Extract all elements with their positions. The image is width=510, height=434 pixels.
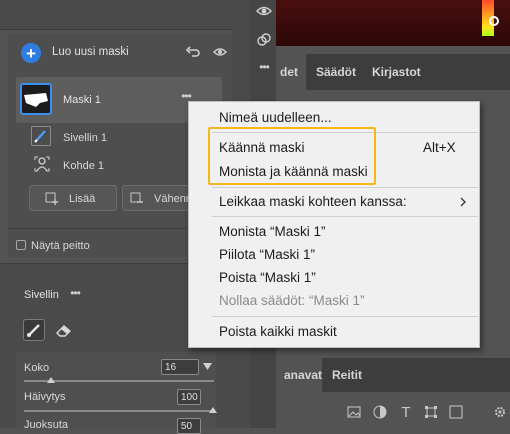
sub-item-subject-label[interactable]: Kohde 1 (63, 160, 104, 172)
size-label: Koko (24, 362, 50, 374)
add-to-mask-icon (44, 191, 60, 207)
hue-slider-handle[interactable] (489, 16, 499, 26)
size-input[interactable]: 16 (161, 359, 199, 375)
add-mask-button[interactable]: + (21, 43, 41, 63)
show-overlay-checkbox[interactable] (16, 240, 26, 250)
size-dropdown-icon[interactable] (202, 361, 212, 371)
brush-more-icon[interactable]: ••• (67, 286, 83, 300)
more-tools-icon[interactable]: ••• (255, 60, 273, 74)
menu-item-hide[interactable]: Piilota “Maski 1” (219, 247, 315, 263)
menu-item-delete-all[interactable]: Poista kaikki maskit (219, 324, 337, 340)
view-icon[interactable] (254, 2, 274, 20)
mask-thumbnail[interactable] (20, 83, 52, 115)
settings-icon[interactable] (492, 404, 508, 420)
tab-channels[interactable]: anavat (284, 368, 322, 382)
flow-input[interactable]: 50 (177, 418, 201, 434)
tab-properties[interactable]: det (280, 65, 298, 79)
menu-item-delete[interactable]: Poista “Maski 1” (219, 270, 316, 286)
submenu-chevron-icon (458, 195, 468, 209)
eraser-icon[interactable] (53, 319, 75, 341)
menu-item-duplicate[interactable]: Monista “Maski 1” (219, 224, 326, 240)
menu-item-reset: Nollaa säädöt: “Maski 1” (219, 293, 365, 308)
menu-item-intersect[interactable]: Leikkaa maski kohteen kanssa: (219, 194, 407, 210)
layers-panel (276, 392, 510, 428)
menu-separator (212, 316, 478, 317)
brush-icon[interactable] (31, 126, 51, 146)
mask-name[interactable]: Maski 1 (63, 94, 101, 106)
feather-slider-track[interactable] (24, 410, 214, 412)
menu-item-invert-shortcut: Alt+X (423, 140, 456, 155)
new-mask-label[interactable]: Luo uusi maski (52, 46, 129, 58)
show-overlay-label: Näytä peitto (31, 240, 90, 252)
feather-slider-thumb[interactable] (209, 407, 217, 413)
eye-icon[interactable] (210, 43, 230, 61)
subtract-button-label: Vähenn (154, 193, 192, 205)
add-button[interactable]: Lisää (29, 185, 117, 211)
feather-input[interactable]: 100 (177, 389, 201, 405)
subtract-from-mask-icon (129, 191, 145, 207)
flow-label: Juoksuta (24, 419, 69, 431)
image-icon[interactable] (346, 405, 362, 419)
color-picker-field[interactable] (276, 0, 510, 46)
menu-item-rename[interactable]: Nimeä uudelleen... (219, 110, 332, 126)
subtract-button[interactable]: Vähenn (122, 185, 192, 211)
tab-paths[interactable]: Reitit (332, 368, 362, 382)
size-slider-thumb[interactable] (47, 377, 55, 383)
undo-icon[interactable] (184, 43, 202, 61)
subject-icon[interactable] (33, 155, 51, 173)
transform-icon[interactable] (423, 404, 439, 420)
menu-separator (212, 187, 478, 188)
adjustment-circle-icon[interactable] (372, 404, 388, 420)
more-options-icon[interactable]: ••• (179, 89, 193, 103)
panel-top-strip (0, 0, 232, 30)
brush-tool-icon[interactable] (23, 319, 45, 341)
tab-libraries[interactable]: Kirjastot (372, 65, 421, 79)
add-button-label: Lisää (69, 193, 96, 205)
artboard-icon[interactable] (448, 404, 464, 420)
text-tool-icon[interactable]: T (398, 404, 414, 421)
brush-title: Sivellin (24, 289, 59, 301)
menu-separator (212, 216, 478, 217)
sub-item-brush-label[interactable]: Sivellin 1 (63, 132, 107, 144)
feather-label: Häivytys (24, 391, 66, 403)
brush-tools-icon[interactable] (254, 30, 274, 50)
highlight-annotation (208, 127, 376, 185)
tab-adjustments[interactable]: Säädöt (316, 65, 356, 79)
